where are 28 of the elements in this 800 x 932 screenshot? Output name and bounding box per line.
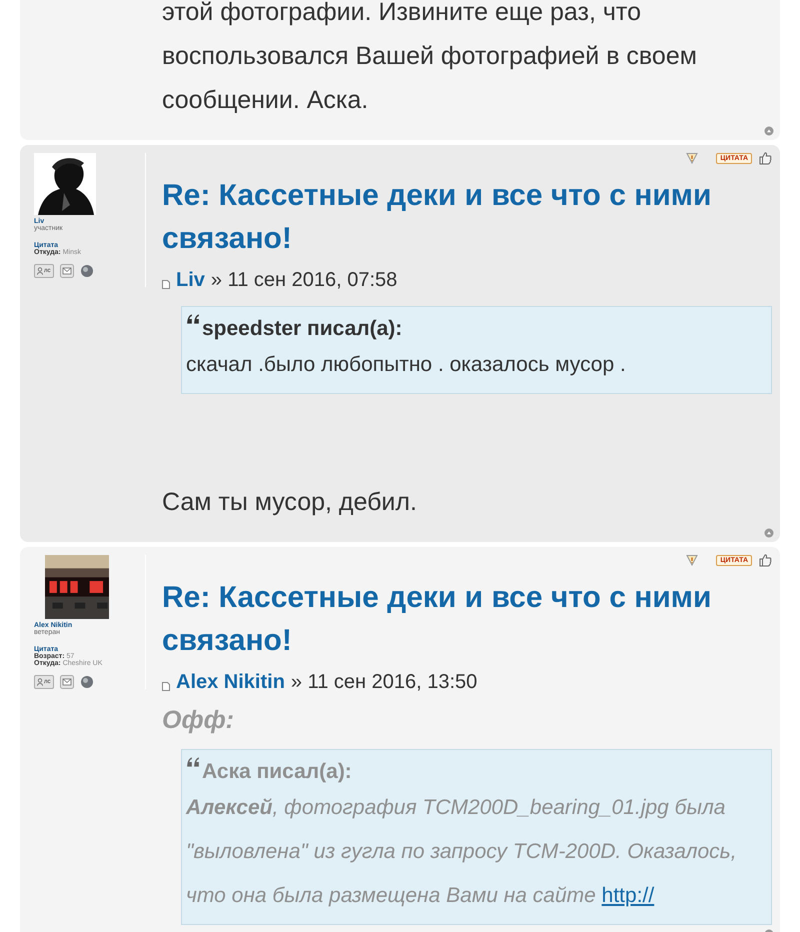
quote-text: Алексей, фотография TCM200D_bearing_01.jpg была "выловлена" из гугла по запросу TCM-200D. Оказалось, что она была размещена Вами на сайте http://: [186, 795, 738, 909]
offtopic-heading: Офф:: [162, 706, 236, 735]
thumbs-up-icon[interactable]: [758, 151, 772, 165]
post-icon[interactable]: [162, 682, 170, 691]
post-title[interactable]: Re: Кассетные деки и все что с ними связано!: [162, 576, 772, 662]
person-icon: [37, 678, 43, 686]
person-icon: [37, 267, 43, 275]
post-text: Сам ты мусор, дебил.: [162, 487, 418, 518]
post-date: » 11 сен 2016, 13:50: [290, 671, 478, 694]
quote-mark-icon: [186, 756, 200, 768]
quote-mark-icon: [186, 313, 200, 325]
author-link[interactable]: Liv: [176, 269, 205, 292]
post-title[interactable]: Re: Кассетные деки и все что с ними связано!: [162, 174, 772, 260]
quote-text: скачал .было любопытно . оказалось мусор .: [186, 352, 627, 378]
email-icon[interactable]: [60, 675, 74, 689]
link[interactable]: http://: [602, 884, 654, 907]
thumbs-up-icon[interactable]: [758, 553, 772, 567]
quote-author: Аска писал(а):: [202, 759, 352, 784]
globe-icon[interactable]: [80, 264, 94, 278]
report-icon[interactable]: [686, 554, 698, 566]
post-text: этой фотографии. Извините еще раз, что воспользовался Вашей фотографией в своем сообщении. Аска.: [162, 0, 698, 116]
author-link[interactable]: Alex Nikitin: [176, 671, 285, 694]
email-icon[interactable]: [60, 264, 74, 278]
quote-author: speedster писал(а):: [202, 316, 402, 341]
globe-icon[interactable]: [80, 675, 94, 689]
report-icon[interactable]: [686, 152, 698, 164]
post-icon[interactable]: [162, 280, 170, 289]
post-date: » 11 сен 2016, 07:58: [210, 269, 398, 292]
